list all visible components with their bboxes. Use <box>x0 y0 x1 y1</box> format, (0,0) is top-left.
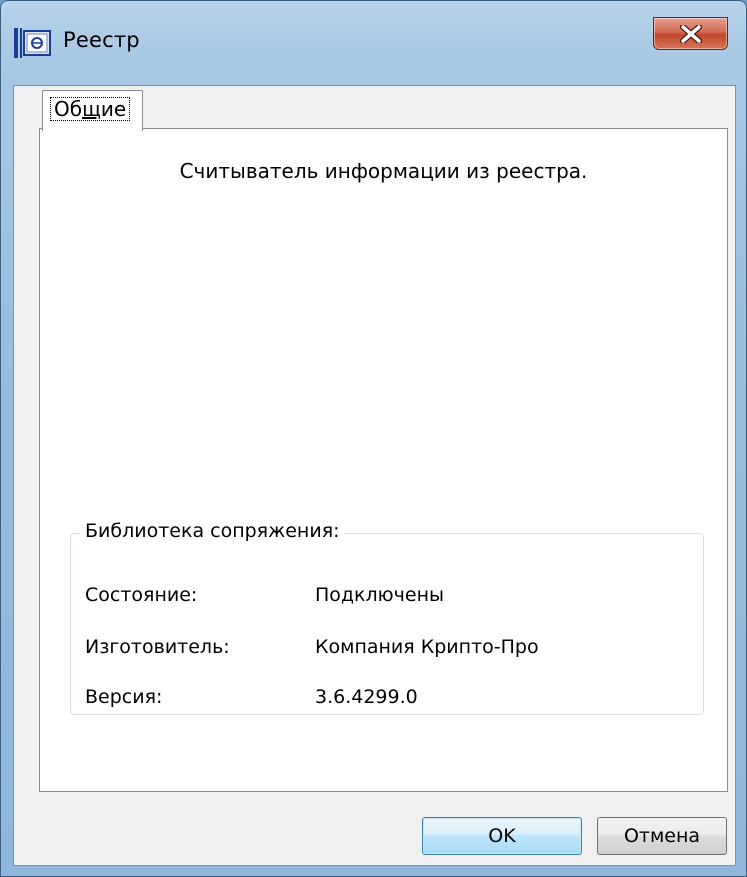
ok-button[interactable]: OK <box>422 817 582 855</box>
cancel-button[interactable]: Отмена <box>597 817 727 855</box>
dialog-client-area: Общие Считыватель информации из реестра.… <box>13 85 736 866</box>
status-label: Состояние: <box>85 584 198 606</box>
tab-general[interactable]: Общие <box>42 90 143 131</box>
tab-panel-general: Считыватель информации из реестра. Библи… <box>39 128 728 792</box>
dialog-window: Реестр Общие Считыватель информации из р… <box>0 0 747 877</box>
window-title: Реестр <box>63 28 140 52</box>
tab-general-label: Общие <box>49 97 131 121</box>
description-text: Считыватель информации из реестра. <box>179 159 588 183</box>
group-legend: Библиотека сопряжения: <box>81 520 344 542</box>
version-label: Версия: <box>85 686 163 708</box>
manufacturer-label: Изготовитель: <box>85 636 230 658</box>
status-value: Подключены <box>315 584 445 606</box>
title-bar[interactable]: Реестр <box>1 1 747 85</box>
close-button[interactable] <box>653 17 728 50</box>
close-icon <box>680 25 702 43</box>
manufacturer-value: Компания Крипто-Про <box>315 636 539 658</box>
registry-app-icon <box>13 26 53 60</box>
interface-library-group: Библиотека сопряжения: Состояние: Подклю… <box>70 520 704 715</box>
version-value: 3.6.4299.0 <box>315 686 418 708</box>
